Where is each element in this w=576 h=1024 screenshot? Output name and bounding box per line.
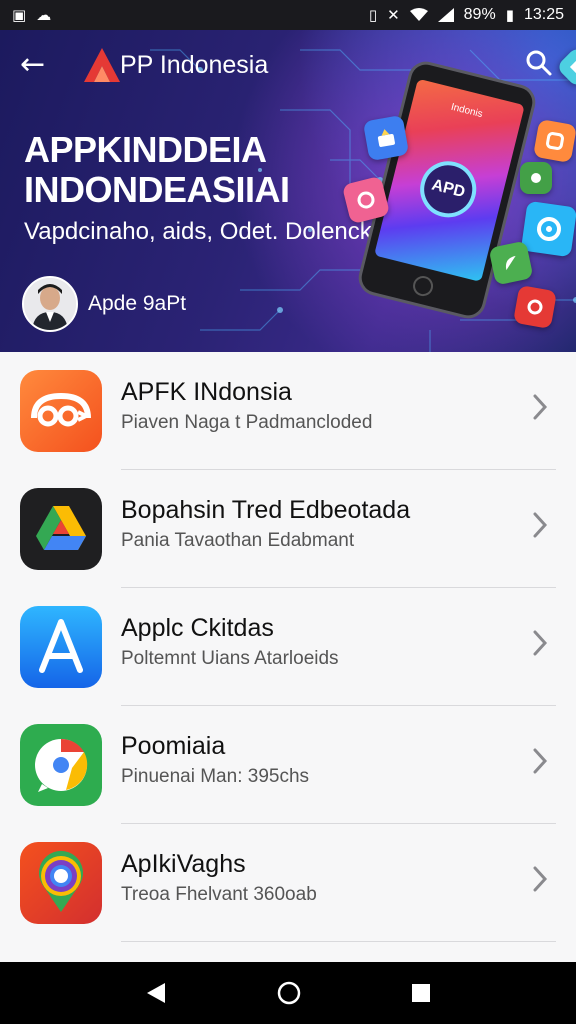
battery-percent: 89% (463, 6, 496, 23)
chevron-right-icon (533, 748, 548, 774)
hero-title: APPKINDDEIA INDONDEASIIAI (24, 130, 290, 210)
list-item[interactable]: Poomiaia Pinuenai Man: 395chs (0, 706, 576, 824)
app-title: Bopahsin Tred Edbeotada (121, 496, 411, 524)
list-item[interactable]: APFK INdonsia Piaven Naga t Padmancloded (0, 352, 576, 470)
brand-name: PP Indonesia (120, 50, 269, 79)
app-subtitle: Treoa Fhelvant 360oab (121, 884, 317, 905)
author-name: Apde 9aPt (88, 292, 187, 315)
floating-app-icon-cyan (520, 200, 576, 258)
hero-title-line-2: INDONDEASIIAI (24, 169, 290, 210)
nav-recents-icon[interactable] (411, 983, 431, 1003)
orange-app-icon (20, 370, 102, 452)
brand-a-logo-icon (84, 48, 120, 82)
app-subtitle: Pania Tavaothan Edabmant (121, 530, 355, 551)
mute-icon: ✕ (387, 6, 400, 24)
chrome-app-icon (20, 724, 102, 806)
list-item[interactable]: Bopahsin Tred Edbeotada Pania Tavaothan … (0, 470, 576, 588)
vibrate-icon: ▯ (368, 6, 378, 24)
app-title: APFK INdonsia (121, 378, 292, 406)
divider (121, 941, 556, 942)
chevron-right-icon (533, 866, 548, 892)
system-nav-bar (0, 962, 576, 1024)
hero-banner: ← PP Indonesia APPKINDDEIA INDONDEASIIAI… (0, 30, 576, 352)
app-subtitle: Piaven Naga t Padmancloded (121, 412, 373, 433)
app-list: APFK INdonsia Piaven Naga t Padmancloded… (0, 352, 576, 942)
hero-subtitle: Vapdcinaho, aids, Odet. Dolenck (24, 218, 372, 245)
floating-app-icon-orange (532, 118, 576, 164)
app-subtitle: Poltemnt Uians Atarloeids (121, 648, 339, 669)
chevron-right-icon (533, 512, 548, 538)
battery-icon: ▮ (505, 6, 514, 24)
status-bar: ▣ ☁ ▯ ✕ 89% ▮ 13:25 (0, 0, 576, 30)
clock: 13:25 (523, 6, 564, 23)
app-title: ApIkiVaghs (121, 850, 246, 878)
hero-title-line-1: APPKINDDEIA (24, 129, 267, 170)
floating-app-icon-blue (362, 114, 410, 162)
app-subtitle: Pinuenai Man: 395chs (121, 766, 310, 787)
app-title: Poomiaia (121, 732, 226, 760)
list-item[interactable]: Applc Ckitdas Poltemnt Uians Atarloeids (0, 588, 576, 706)
chevron-right-icon (533, 630, 548, 656)
wifi-icon (409, 8, 428, 21)
maps-app-icon (20, 842, 102, 924)
avatar (22, 276, 78, 332)
phone-screen-label: Indonis (449, 101, 484, 121)
brand-logo-lockup: PP Indonesia (82, 46, 268, 84)
signal-icon (437, 8, 454, 22)
cloud-notification-icon: ☁ (36, 6, 52, 24)
floating-app-icon-red (512, 284, 558, 330)
search-icon[interactable] (524, 48, 554, 78)
list-item[interactable]: ApIkiVaghs Treoa Fhelvant 360oab (0, 824, 576, 942)
phone-home-button (410, 273, 436, 299)
chevron-right-icon (533, 394, 548, 420)
app-title: Applc Ckitdas (121, 614, 274, 642)
drive-app-icon (20, 488, 102, 570)
gallery-notification-icon: ▣ (12, 6, 27, 24)
back-arrow-icon[interactable]: ← (20, 50, 60, 80)
nav-back-icon[interactable] (145, 981, 167, 1005)
app-store-icon (20, 606, 102, 688)
floating-app-icon-lime (488, 240, 534, 286)
floating-app-icon-green (520, 162, 552, 194)
nav-home-icon[interactable] (276, 980, 302, 1006)
author-row[interactable]: Apde 9aPt (22, 276, 186, 332)
app-badge: APD (414, 155, 483, 224)
person-avatar-icon (24, 278, 76, 330)
